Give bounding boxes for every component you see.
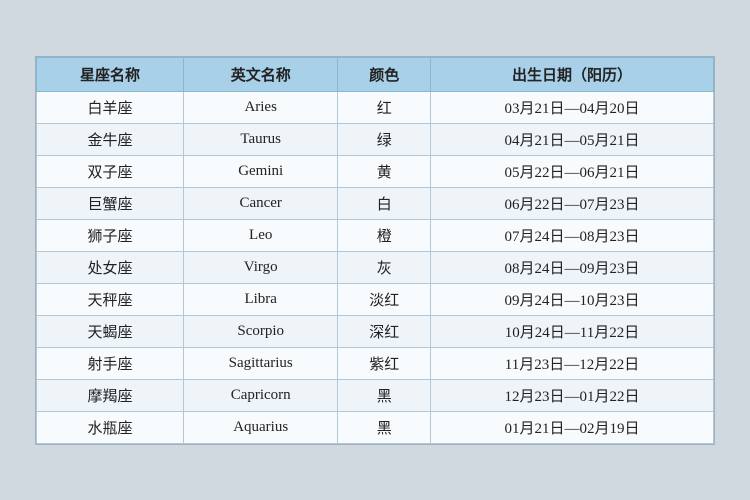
cell-dates: 03月21日—04月20日 <box>430 91 713 123</box>
header-color: 颜色 <box>338 57 431 91</box>
table-row: 处女座Virgo灰08月24日—09月23日 <box>37 251 714 283</box>
table-body: 白羊座Aries红03月21日—04月20日金牛座Taurus绿04月21日—0… <box>37 91 714 443</box>
table-row: 射手座Sagittarius紫红11月23日—12月22日 <box>37 347 714 379</box>
cell-english-name: Sagittarius <box>183 347 337 379</box>
table-row: 摩羯座Capricorn黑12月23日—01月22日 <box>37 379 714 411</box>
cell-english-name: Gemini <box>183 155 337 187</box>
cell-color: 淡红 <box>338 283 431 315</box>
cell-english-name: Capricorn <box>183 379 337 411</box>
cell-chinese-name: 摩羯座 <box>37 379 184 411</box>
cell-dates: 12月23日—01月22日 <box>430 379 713 411</box>
cell-dates: 04月21日—05月21日 <box>430 123 713 155</box>
table-row: 巨蟹座Cancer白06月22日—07月23日 <box>37 187 714 219</box>
cell-color: 黄 <box>338 155 431 187</box>
cell-dates: 08月24日—09月23日 <box>430 251 713 283</box>
header-english-name: 英文名称 <box>183 57 337 91</box>
cell-english-name: Leo <box>183 219 337 251</box>
cell-chinese-name: 射手座 <box>37 347 184 379</box>
header-dates: 出生日期（阳历） <box>430 57 713 91</box>
cell-chinese-name: 巨蟹座 <box>37 187 184 219</box>
cell-color: 橙 <box>338 219 431 251</box>
zodiac-table-container: 星座名称 英文名称 颜色 出生日期（阳历） 白羊座Aries红03月21日—04… <box>35 56 715 445</box>
table-row: 白羊座Aries红03月21日—04月20日 <box>37 91 714 123</box>
table-row: 金牛座Taurus绿04月21日—05月21日 <box>37 123 714 155</box>
cell-chinese-name: 水瓶座 <box>37 411 184 443</box>
zodiac-table: 星座名称 英文名称 颜色 出生日期（阳历） 白羊座Aries红03月21日—04… <box>36 57 714 444</box>
cell-chinese-name: 狮子座 <box>37 219 184 251</box>
cell-english-name: Libra <box>183 283 337 315</box>
cell-color: 绿 <box>338 123 431 155</box>
table-row: 双子座Gemini黄05月22日—06月21日 <box>37 155 714 187</box>
cell-dates: 09月24日—10月23日 <box>430 283 713 315</box>
cell-chinese-name: 白羊座 <box>37 91 184 123</box>
cell-chinese-name: 处女座 <box>37 251 184 283</box>
cell-english-name: Cancer <box>183 187 337 219</box>
table-header-row: 星座名称 英文名称 颜色 出生日期（阳历） <box>37 57 714 91</box>
cell-chinese-name: 金牛座 <box>37 123 184 155</box>
header-chinese-name: 星座名称 <box>37 57 184 91</box>
table-row: 天秤座Libra淡红09月24日—10月23日 <box>37 283 714 315</box>
cell-english-name: Virgo <box>183 251 337 283</box>
cell-dates: 06月22日—07月23日 <box>430 187 713 219</box>
cell-chinese-name: 天蝎座 <box>37 315 184 347</box>
cell-chinese-name: 双子座 <box>37 155 184 187</box>
cell-chinese-name: 天秤座 <box>37 283 184 315</box>
cell-dates: 07月24日—08月23日 <box>430 219 713 251</box>
cell-english-name: Aquarius <box>183 411 337 443</box>
cell-english-name: Scorpio <box>183 315 337 347</box>
table-row: 狮子座Leo橙07月24日—08月23日 <box>37 219 714 251</box>
cell-dates: 01月21日—02月19日 <box>430 411 713 443</box>
cell-color: 黑 <box>338 411 431 443</box>
cell-color: 灰 <box>338 251 431 283</box>
table-row: 天蝎座Scorpio深红10月24日—11月22日 <box>37 315 714 347</box>
cell-dates: 05月22日—06月21日 <box>430 155 713 187</box>
cell-color: 红 <box>338 91 431 123</box>
table-row: 水瓶座Aquarius黑01月21日—02月19日 <box>37 411 714 443</box>
cell-dates: 11月23日—12月22日 <box>430 347 713 379</box>
cell-english-name: Aries <box>183 91 337 123</box>
cell-color: 黑 <box>338 379 431 411</box>
cell-english-name: Taurus <box>183 123 337 155</box>
cell-color: 白 <box>338 187 431 219</box>
cell-dates: 10月24日—11月22日 <box>430 315 713 347</box>
cell-color: 紫红 <box>338 347 431 379</box>
cell-color: 深红 <box>338 315 431 347</box>
